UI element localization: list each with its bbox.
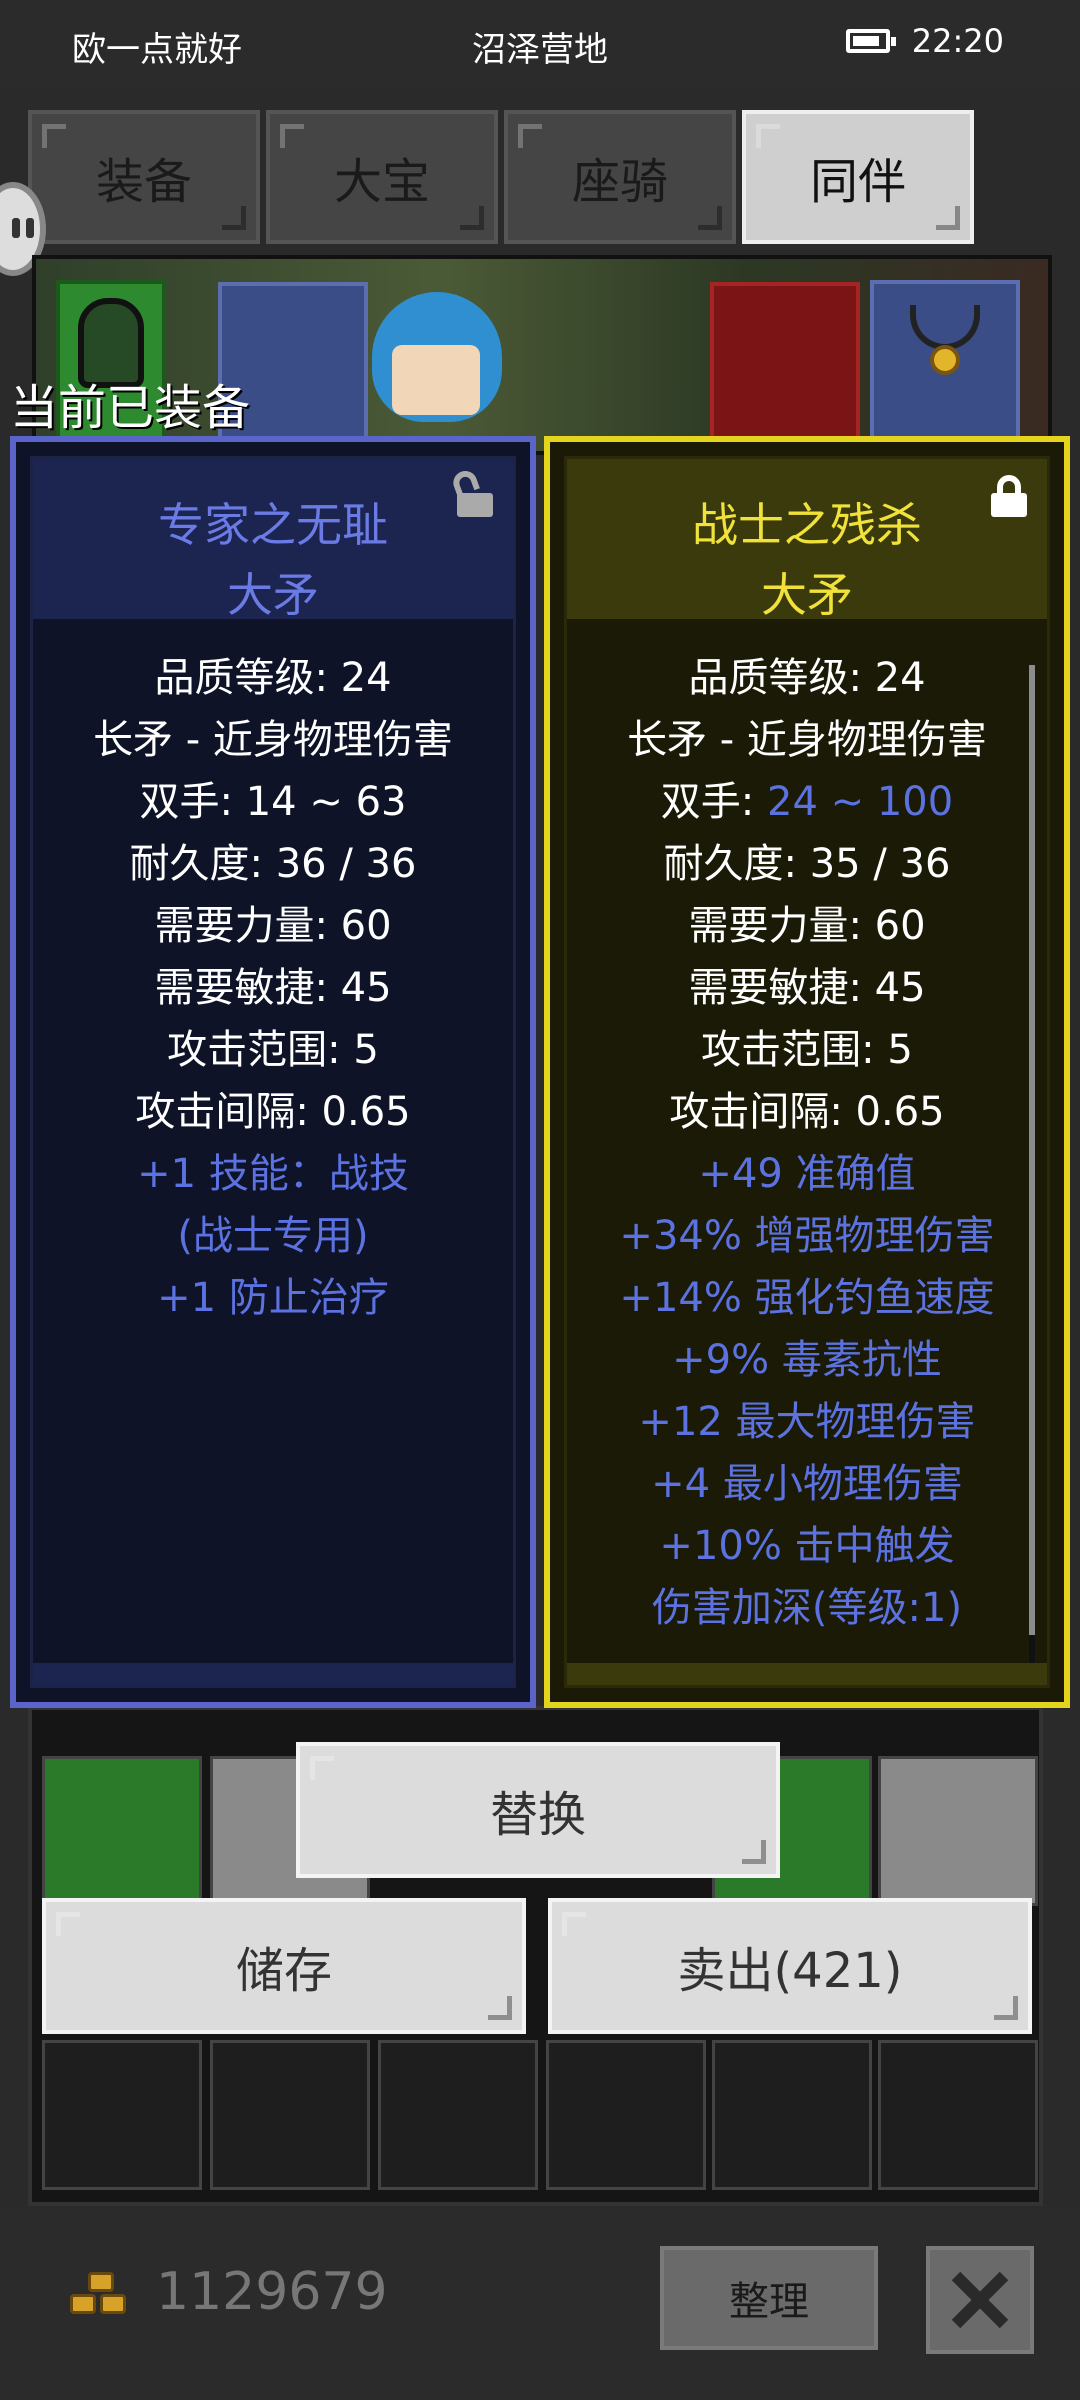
replace-button-label: 替换 bbox=[489, 1787, 586, 1843]
stat-line: 耐久度: 35 / 36 bbox=[663, 841, 951, 887]
category-tabs: 装备 大宝 座骑 同伴 bbox=[28, 110, 974, 244]
stat-line: 需要力量: 60 bbox=[154, 903, 392, 949]
affix-line: +34% 增强物理伤害 bbox=[619, 1213, 995, 1259]
tab-label: 同伴 bbox=[809, 154, 906, 210]
stat-line: 耐久度: 36 / 36 bbox=[129, 841, 417, 887]
item-name: 战士之残杀 bbox=[692, 498, 922, 552]
stat-line: 长矛 - 近身物理伤害 bbox=[627, 717, 987, 763]
stat-line: 品质等级: 24 bbox=[154, 655, 392, 701]
tab-companion[interactable]: 同伴 bbox=[742, 110, 974, 244]
stat-line: 攻击间隔: 0.65 bbox=[135, 1089, 411, 1135]
tab-mount[interactable]: 座骑 bbox=[504, 110, 736, 244]
battery-icon bbox=[845, 29, 896, 53]
replace-button[interactable]: 替换 bbox=[296, 1742, 780, 1878]
store-button-label: 储存 bbox=[235, 1943, 332, 1999]
stat-line-two-hand: 双手: 24 ~ 100 bbox=[567, 771, 1047, 833]
inventory-slot[interactable] bbox=[546, 2040, 706, 2190]
sort-button[interactable]: 整理 bbox=[660, 2246, 878, 2350]
item-name: 专家之无耻 bbox=[158, 498, 388, 552]
affix-line: +4 最小物理伤害 bbox=[651, 1461, 963, 1507]
amulet-icon bbox=[910, 305, 980, 395]
stat-line: 攻击间隔: 0.65 bbox=[669, 1089, 945, 1135]
item-stats: 品质等级: 24 长矛 - 近身物理伤害 双手: 24 ~ 100 耐久度: 3… bbox=[567, 647, 1047, 1639]
affix-line: 伤害加深(等级:1) bbox=[651, 1585, 963, 1631]
gold-coins-icon bbox=[70, 2272, 132, 2324]
stat-value-improved: 24 ~ 100 bbox=[767, 779, 954, 825]
tab-label: 大宝 bbox=[333, 154, 430, 210]
tab-equipment[interactable]: 装备 bbox=[28, 110, 260, 244]
stat-line: 双手: 14 ~ 63 bbox=[139, 779, 407, 825]
stat-line: 需要敏捷: 45 bbox=[154, 965, 392, 1011]
stat-line: 攻击范围: 5 bbox=[167, 1027, 379, 1073]
stat-line: 长矛 - 近身物理伤害 bbox=[93, 717, 453, 763]
inventory-slot[interactable] bbox=[42, 2040, 202, 2190]
affix-line: +1 防止治疗 bbox=[157, 1275, 389, 1321]
item-type: 大矛 bbox=[227, 568, 319, 622]
inventory-slot[interactable] bbox=[878, 1756, 1038, 1906]
inventory-slot[interactable] bbox=[42, 1756, 202, 1906]
tab-treasure[interactable]: 大宝 bbox=[266, 110, 498, 244]
tab-label: 座骑 bbox=[571, 154, 668, 210]
item-header: 专家之无耻 大矛 bbox=[33, 459, 513, 622]
stat-line: 需要力量: 60 bbox=[688, 903, 926, 949]
item-header: 战士之残杀 大矛 bbox=[567, 459, 1047, 622]
affix-line: +12 最大物理伤害 bbox=[638, 1399, 976, 1445]
clock: 22:20 bbox=[911, 22, 1004, 60]
status-right: 22:20 bbox=[845, 22, 1004, 60]
stat-line: 攻击范围: 5 bbox=[701, 1027, 913, 1073]
stat-line: 需要敏捷: 45 bbox=[688, 965, 926, 1011]
equipped-item-panel: 专家之无耻 大矛 品质等级: 24 长矛 - 近身物理伤害 双手: 14 ~ 6… bbox=[10, 436, 536, 1708]
tab-label: 装备 bbox=[95, 154, 192, 210]
hero-face bbox=[392, 345, 480, 415]
gold-amount: 1129679 bbox=[156, 2262, 388, 2322]
unlock-icon[interactable] bbox=[449, 467, 497, 517]
inventory-slot[interactable] bbox=[712, 2040, 872, 2190]
store-button[interactable]: 储存 bbox=[42, 1898, 526, 2034]
status-bar: 欧一点就好 沼泽营地 22:20 bbox=[0, 0, 1080, 90]
item-stats: 品质等级: 24 长矛 - 近身物理伤害 双手: 14 ~ 63 耐久度: 36… bbox=[33, 647, 513, 1329]
compared-item-panel: 战士之残杀 大矛 品质等级: 24 长矛 - 近身物理伤害 双手: 24 ~ 1… bbox=[544, 436, 1070, 1708]
stat-label: 双手: bbox=[660, 779, 767, 825]
close-icon[interactable] bbox=[926, 2246, 1034, 2354]
sell-button-label: 卖出(421) bbox=[677, 1943, 903, 1999]
equipped-label: 当前已装备 bbox=[10, 380, 251, 436]
affix-line: +9% 毒素抗性 bbox=[672, 1337, 942, 1383]
affix-line: +1 技能：战技 bbox=[137, 1151, 409, 1197]
inventory-slot[interactable] bbox=[378, 2040, 538, 2190]
sell-button[interactable]: 卖出(421) bbox=[548, 1898, 1032, 2034]
stat-line: 品质等级: 24 bbox=[688, 655, 926, 701]
lock-icon[interactable] bbox=[989, 475, 1031, 517]
affix-line: +10% 击中触发 bbox=[659, 1523, 955, 1569]
inventory-slot[interactable] bbox=[878, 2040, 1038, 2190]
inventory-slot[interactable] bbox=[210, 2040, 370, 2190]
stats-scrollbar[interactable] bbox=[1029, 665, 1035, 1665]
affix-line: (战士专用) bbox=[177, 1213, 369, 1259]
item-type: 大矛 bbox=[761, 568, 853, 622]
sort-button-label: 整理 bbox=[729, 2279, 809, 2325]
offhand-slot[interactable] bbox=[710, 282, 860, 442]
affix-line: +14% 强化钓鱼速度 bbox=[619, 1275, 995, 1321]
affix-line: +49 准确值 bbox=[698, 1151, 916, 1197]
